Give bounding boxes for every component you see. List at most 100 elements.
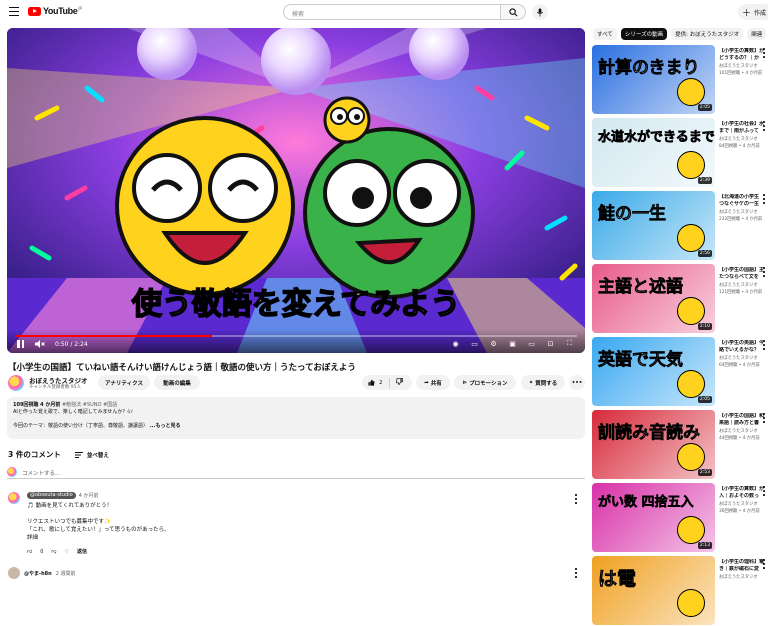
related-video-title-line2[interactable]: 来語｜読み方と書 [719,420,768,427]
cast-icon[interactable]: ⊡ [545,339,556,348]
video-thumbnail[interactable]: 鮭の一生 2:56 [592,191,715,260]
related-video-title[interactable]: 【小学生の算数】か [719,48,768,55]
edit-video-button[interactable]: 動画の編集 [154,375,200,390]
video-menu-icon[interactable] [762,486,766,496]
related-video-title-line2[interactable]: 入｜およその数っ [719,493,768,500]
comment-dislike-icon[interactable]: 👎︎ [51,549,56,555]
related-video-title-line2[interactable]: まで｜雨がふって [719,128,768,135]
related-video-item[interactable]: 計算のきまり 2:05 【小学生の算数】か どうするの？｜か おぼえうたスタジオ 101回… [592,45,768,115]
search-button[interactable] [500,4,526,20]
related-video-item[interactable]: 鮭の一生 2:56 【北海道の小学生 つなぐサケの一生 おぼえうたスタジオ 232回視聴 … [592,191,768,261]
read-more-link[interactable]: 詳細 [27,534,427,542]
video-thumbnail[interactable]: 水道水ができるまで 2:39 [592,118,715,187]
related-video-title[interactable]: 【小学生の理科】電 [719,559,768,566]
add-comment-input[interactable]: コメントする... [22,469,60,477]
video-menu-icon[interactable] [762,267,766,277]
pause-icon[interactable] [17,340,25,348]
comment-time[interactable]: 4 か月前 [79,492,99,499]
comment-menu-icon[interactable] [574,568,578,578]
related-video-channel[interactable]: おぼえうたスタジオ [719,428,758,434]
subtitles-icon[interactable]: ▭ [469,339,480,348]
related-video-item[interactable]: 水道水ができるまで 2:39 【小学生の社会】水 まで｜雨がふって おぼえうたスタジオ 8… [592,118,768,188]
video-menu-icon[interactable] [762,340,766,350]
comment-menu-icon[interactable] [574,494,578,504]
like-button[interactable]: 2 [362,377,390,388]
fullscreen-icon[interactable]: ⛶ [564,339,575,348]
comment-author[interactable]: @やま-h8n [24,570,52,577]
related-video-title[interactable]: 【北海道の小学生 [719,194,768,201]
sort-button[interactable]: 並べ替え [74,451,109,459]
related-video-item[interactable]: 訓読み音読み 2:53 【小学生の国語】和 来語｜読み方と書 おぼえうたスタジオ 44回視… [592,410,768,480]
show-more-link[interactable]: ...もっと見る [148,423,181,429]
like-count: 2 [379,379,383,386]
channel-avatar[interactable] [8,375,24,391]
chip-related[interactable]: 関連 [747,28,767,40]
related-video-channel[interactable]: おぼえうたスタジオ [719,355,758,361]
related-video-item[interactable]: 英語で天気 2:05 【小学生の英語】今 路でいえるかな？ おぼえうたスタジオ 64回視聴… [592,337,768,407]
related-video-title[interactable]: 【小学生の社会】水 [719,121,768,128]
video-menu-icon[interactable] [762,48,766,58]
related-video-channel[interactable]: おぼえうたスタジオ [719,282,758,288]
related-video-channel[interactable]: おぼえうたスタジオ [719,209,758,215]
analytics-button[interactable]: アナリティクス [98,375,150,390]
comment-line: リクエストいつでも募集中です✨ [27,519,111,525]
related-video-channel[interactable]: おぼえうたスタジオ [719,136,758,142]
video-player[interactable]: 使う敬語を変えてみよう 0:50 / 2:24 ◉ ▭ ⚙ ▣ ▭ ⊡ ⛶ [7,28,585,353]
comment-avatar[interactable] [8,567,20,579]
related-video-channel[interactable]: おぼえうたスタジオ [719,574,758,580]
menu-icon[interactable] [9,7,19,16]
add-comment[interactable]: コメントする... [7,465,585,479]
related-video-channel[interactable]: おぼえうたスタジオ [719,501,758,507]
progress-bar[interactable] [15,335,577,337]
create-button[interactable]: ＋ 作成 [738,4,768,20]
related-video-title[interactable]: 【小学生の算数】が [719,486,768,493]
comment-like-icon[interactable]: 👍︎ [27,549,32,555]
miniplayer-icon[interactable]: ▣ [507,339,518,348]
video-thumbnail[interactable]: は電 [592,556,715,625]
chip-all[interactable]: すべて [593,28,617,40]
video-thumbnail[interactable]: 計算のきまり 2:05 [592,45,715,114]
video-menu-icon[interactable] [762,413,766,423]
related-video-channel[interactable]: おぼえうたスタジオ [719,63,758,69]
search-input[interactable]: 検索 [283,4,501,20]
autoplay-icon[interactable]: ◉ [450,339,461,348]
video-menu-icon[interactable] [762,121,766,131]
share-button[interactable]: ➦ 共有 [416,375,450,390]
video-thumbnail[interactable]: 英語で天気 2:05 [592,337,715,406]
video-menu-icon[interactable] [762,559,766,569]
promote-button[interactable]: ⊳ プロモーション [454,375,516,390]
youtube-logo[interactable]: YouTube JP [28,6,82,16]
more-actions-button[interactable]: ••• [569,375,585,390]
reply-button[interactable]: 返信 [77,548,87,555]
volume-icon[interactable] [35,340,45,348]
video-thumbnail[interactable]: 主語と述語 2:10 [592,264,715,333]
video-menu-icon[interactable] [762,194,766,204]
heart-icon[interactable]: ♡ [65,549,69,555]
theater-icon[interactable]: ▭ [526,339,537,348]
description-box[interactable]: 109回視聴 4 か月前 #勉強法 #SUNO #国語 AIと作った覚え歌で、楽… [7,397,585,439]
dislike-button[interactable] [390,378,403,387]
related-video-item[interactable]: 主語と述語 2:10 【小学生の国語】主 たつならべて文を おぼえうたスタジオ 121回視… [592,264,768,334]
comment-author[interactable]: @oboeuta-studio [27,492,76,499]
related-video-title-line2[interactable]: 路でいえるかな？ [719,347,768,354]
voice-search-button[interactable] [532,4,548,20]
settings-icon[interactable]: ⚙ [488,339,499,348]
related-video-title[interactable]: 【小学生の国語】主 [719,267,768,274]
hashtags[interactable]: #勉強法 #SUNO #国語 [60,402,117,408]
related-video-item[interactable]: は電 【小学生の理科】電 き｜鉄が磁石に変 おぼえうたスタジオ [592,556,768,626]
chip-channel[interactable]: 提供: おぼえうたスタジオ [671,28,744,40]
related-video-title[interactable]: 【小学生の国語】和 [719,413,768,420]
related-video-title-line2[interactable]: たつならべて文を [719,274,768,281]
related-video-title-line2[interactable]: つなぐサケの一生 [719,201,768,208]
related-video-title-line2[interactable]: き｜鉄が磁石に変 [719,566,768,573]
related-video-title-line2[interactable]: どうするの？｜か [719,55,768,62]
ask-button[interactable]: ✦ 質問する [521,375,565,390]
video-thumbnail[interactable]: 訓読み音読み 2:53 [592,410,715,479]
video-thumbnail[interactable]: がい数 四捨五入 2:13 [592,483,715,552]
comment-time[interactable]: 2 週間前 [56,570,76,577]
related-video-title[interactable]: 【小学生の英語】今 [719,340,768,347]
related-video-item[interactable]: がい数 四捨五入 2:13 【小学生の算数】が 入｜およその数っ おぼえうたスタジオ 36… [592,483,768,553]
comment-avatar[interactable] [8,492,20,504]
chip-series[interactable]: シリーズの動画 [620,28,668,40]
comment-like-count: 0 [40,548,44,555]
